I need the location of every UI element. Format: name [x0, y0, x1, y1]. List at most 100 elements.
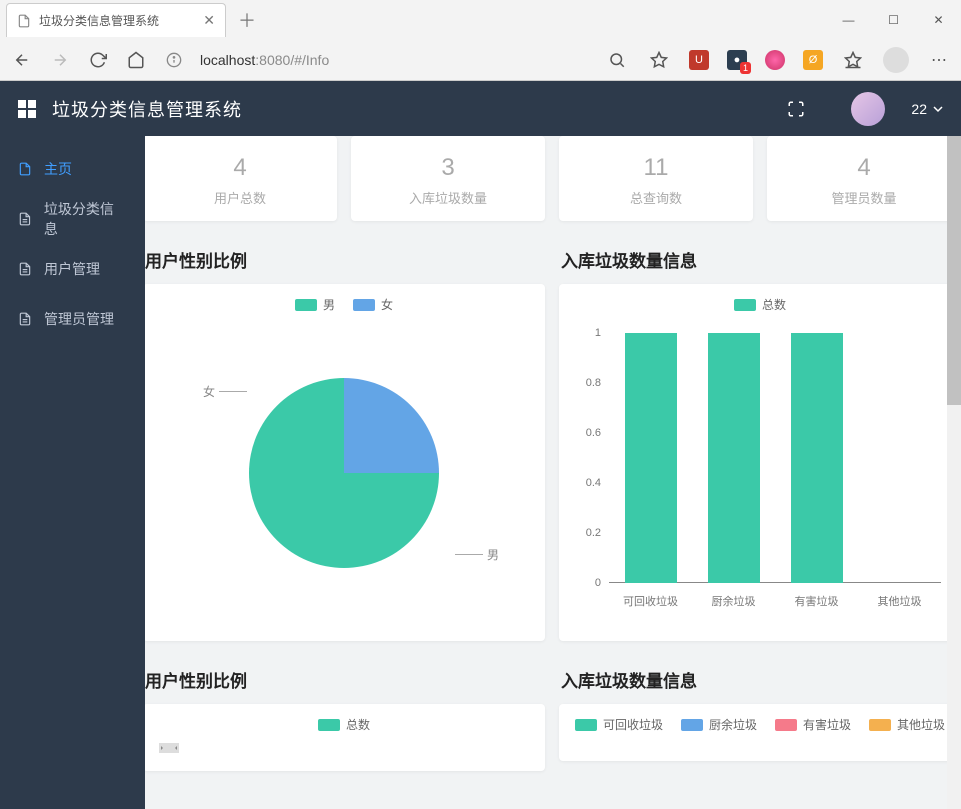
- pie-graphic: [249, 378, 439, 568]
- content-area[interactable]: 4 用户总数 3 入库垃圾数量 11 总查询数 4 管理员数量: [145, 136, 961, 809]
- chart-legend: 总数: [153, 716, 535, 733]
- chart-title: 用户性别比例: [145, 247, 545, 272]
- url-host: localhost: [200, 52, 255, 68]
- more-menu-icon[interactable]: ⋯: [927, 48, 951, 72]
- chart-block-gender-2: 用户性别比例 总数: [145, 655, 545, 771]
- stat-card-garbage: 3 入库垃圾数量: [351, 136, 545, 221]
- home-button[interactable]: [124, 48, 148, 72]
- y-tick: 0: [569, 577, 601, 589]
- chart-card: 总数 0 0.2 0.4 0.6 0.8 1: [559, 284, 961, 641]
- extension-round-icon[interactable]: [765, 50, 785, 70]
- tab-bar: 垃圾分类信息管理系统 ✕ ＋ — ☐ ✕: [0, 0, 961, 40]
- pie-label-female: 女: [203, 383, 247, 400]
- chart-title: 用户性别比例: [145, 667, 545, 692]
- stat-label: 管理员数量: [767, 188, 961, 207]
- refresh-button[interactable]: [86, 48, 110, 72]
- legend-item-other[interactable]: 其他垃圾: [869, 716, 945, 733]
- bar-chart: 0 0.2 0.4 0.6 0.8 1 可回收垃圾 厨余垃圾 有: [569, 323, 951, 623]
- chart-card: 男 女 女 男: [145, 284, 545, 641]
- user-menu[interactable]: 22: [911, 101, 943, 117]
- chart-title: 入库垃圾数量信息: [561, 667, 961, 692]
- legend-item-harmful[interactable]: 有害垃圾: [775, 716, 851, 733]
- app-title: 垃圾分类信息管理系统: [52, 96, 242, 122]
- stat-card-admins: 4 管理员数量: [767, 136, 961, 221]
- x-tick: 其他垃圾: [878, 593, 922, 609]
- legend-item-male[interactable]: 男: [295, 296, 335, 313]
- close-tab-icon[interactable]: ✕: [203, 12, 215, 29]
- document-icon: [18, 211, 32, 227]
- scrollbar-thumb[interactable]: [947, 136, 961, 405]
- extension-orange-icon[interactable]: Ø: [803, 50, 823, 70]
- document-icon: [18, 161, 32, 177]
- app-header: 垃圾分类信息管理系统 22: [0, 81, 961, 136]
- stat-value: 4: [145, 154, 337, 182]
- vertical-scrollbar[interactable]: [947, 136, 961, 809]
- chart-block-garbage-2: 入库垃圾数量信息 可回收垃圾 厨余垃圾 有害垃圾 其他垃圾: [559, 655, 961, 771]
- stat-card-queries: 11 总查询数: [559, 136, 753, 221]
- fullscreen-icon[interactable]: [787, 100, 805, 118]
- stat-label: 总查询数: [559, 188, 753, 207]
- user-name: 22: [911, 101, 927, 117]
- legend-item-total[interactable]: 总数: [734, 296, 786, 313]
- y-tick: 1: [569, 327, 601, 339]
- chart-legend: 可回收垃圾 厨余垃圾 有害垃圾 其他垃圾: [569, 716, 951, 733]
- url-path: /#/Info: [290, 52, 329, 68]
- close-window-button[interactable]: ✕: [916, 5, 961, 35]
- stat-card-users: 4 用户总数: [145, 136, 337, 221]
- document-icon: [18, 311, 32, 327]
- x-tick: 有害垃圾: [795, 593, 839, 609]
- maximize-button[interactable]: ☐: [871, 5, 916, 35]
- sidebar-item-home[interactable]: 主页: [0, 144, 145, 194]
- y-tick: 0.2: [569, 527, 601, 539]
- stat-value: 4: [767, 154, 961, 182]
- browser-chrome: 垃圾分类信息管理系统 ✕ ＋ — ☐ ✕ localhost:8080/#/In…: [0, 0, 961, 81]
- search-icon[interactable]: [605, 48, 629, 72]
- forward-button[interactable]: [48, 48, 72, 72]
- stats-row: 4 用户总数 3 入库垃圾数量 11 总查询数 4 管理员数量: [145, 136, 961, 235]
- bars: 可回收垃圾 厨余垃圾 有害垃圾 其他垃圾: [609, 333, 941, 583]
- url-input[interactable]: localhost:8080/#/Info: [200, 52, 591, 68]
- extension-ublock-icon[interactable]: U: [689, 50, 709, 70]
- y-tick: 0.6: [569, 427, 601, 439]
- minimize-button[interactable]: —: [826, 5, 871, 35]
- address-bar: localhost:8080/#/Info U ●1 Ø ⋯: [0, 40, 961, 80]
- back-button[interactable]: [10, 48, 34, 72]
- bar: [708, 333, 760, 583]
- chart-legend: 男 女: [153, 296, 535, 313]
- sidebar-item-label: 管理员管理: [44, 309, 114, 329]
- legend-item-recyclable[interactable]: 可回收垃圾: [575, 716, 663, 733]
- stat-value: 3: [351, 154, 545, 182]
- sidebar: 主页 垃圾分类信息 用户管理 管理员管理: [0, 136, 145, 809]
- legend-item-kitchen[interactable]: 厨余垃圾: [681, 716, 757, 733]
- extension-icon[interactable]: ●1: [727, 50, 747, 70]
- favorite-icon[interactable]: [647, 48, 671, 72]
- window-controls: — ☐ ✕: [826, 5, 961, 35]
- browser-tab[interactable]: 垃圾分类信息管理系统 ✕: [6, 3, 226, 37]
- document-icon: [18, 261, 32, 277]
- y-tick: 0.4: [569, 477, 601, 489]
- stat-label: 入库垃圾数量: [351, 188, 545, 207]
- favorites-button[interactable]: [841, 48, 865, 72]
- pie-label-male: 男: [455, 546, 499, 563]
- x-tick: 可回收垃圾: [623, 593, 678, 609]
- sidebar-item-users[interactable]: 用户管理: [0, 244, 145, 294]
- legend-item-female[interactable]: 女: [353, 296, 393, 313]
- tab-title: 垃圾分类信息管理系统: [39, 12, 159, 29]
- site-info-icon[interactable]: [162, 48, 186, 72]
- new-tab-button[interactable]: ＋: [238, 7, 256, 33]
- sidebar-item-admins[interactable]: 管理员管理: [0, 294, 145, 344]
- inner-scrollbar[interactable]: [159, 743, 179, 753]
- legend-item-total[interactable]: 总数: [318, 716, 370, 733]
- user-avatar[interactable]: [851, 92, 885, 126]
- bar: [625, 333, 677, 583]
- app-root: 垃圾分类信息管理系统 22 主页 垃圾分类信息 用户管理: [0, 81, 961, 809]
- stat-label: 用户总数: [145, 188, 337, 207]
- page-icon: [17, 14, 31, 28]
- charts-row-1: 用户性别比例 男 女 女 男: [145, 235, 961, 641]
- chart-card: 总数: [145, 704, 545, 771]
- chart-legend: 总数: [569, 296, 951, 313]
- sidebar-item-garbage[interactable]: 垃圾分类信息: [0, 194, 145, 244]
- sidebar-item-label: 用户管理: [44, 259, 100, 279]
- profile-icon[interactable]: [883, 47, 909, 73]
- app-menu-icon[interactable]: [18, 100, 36, 118]
